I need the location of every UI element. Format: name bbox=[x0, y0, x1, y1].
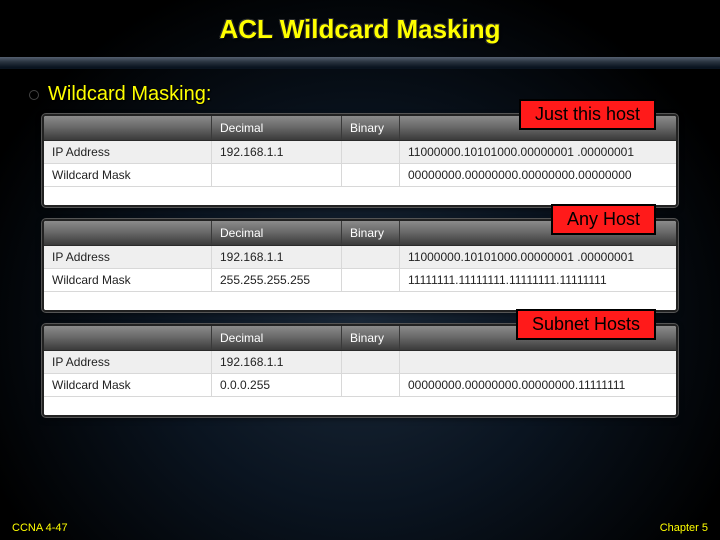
row-label: Wildcard Mask bbox=[44, 269, 212, 291]
callout-just-this-host: Just this host bbox=[519, 99, 656, 130]
row-binary: 11111111.11111111.11111111.11111111 bbox=[400, 269, 676, 291]
table-row: IP Address 192.168.1.1 11000000.10101000… bbox=[44, 141, 676, 164]
bullet-text: Wildcard Masking: bbox=[48, 83, 211, 106]
row-binary: 11000000.10101000.00000001 .00000001 bbox=[400, 246, 676, 268]
slide-title: ACL Wildcard Masking bbox=[0, 0, 720, 57]
table-row: IP Address 192.168.1.1 bbox=[44, 351, 676, 374]
footer: CCNA 4-47 Chapter 5 bbox=[0, 522, 720, 534]
table-row: Wildcard Mask 00000000.00000000.00000000… bbox=[44, 164, 676, 187]
panel-subnet-hosts: Subnet Hosts Decimal Binary IP Address 1… bbox=[42, 324, 678, 417]
row-decimal: 192.168.1.1 bbox=[212, 351, 342, 373]
row-binary-spacer bbox=[342, 269, 400, 291]
header-binary: Binary bbox=[342, 326, 400, 350]
header-decimal: Decimal bbox=[212, 221, 342, 245]
callout-subnet-hosts: Subnet Hosts bbox=[516, 309, 656, 340]
footer-right: Chapter 5 bbox=[660, 522, 708, 534]
row-label: IP Address bbox=[44, 246, 212, 268]
row-decimal bbox=[212, 164, 342, 186]
table-tail bbox=[44, 397, 676, 415]
table-row: Wildcard Mask 0.0.0.255 00000000.0000000… bbox=[44, 374, 676, 397]
header-binary: Binary bbox=[342, 116, 400, 140]
row-binary: 00000000.00000000.00000000.11111111 bbox=[400, 374, 676, 396]
panel-any-host: Any Host Decimal Binary IP Address 192.1… bbox=[42, 219, 678, 312]
callout-any-host: Any Host bbox=[551, 204, 656, 235]
row-decimal: 0.0.0.255 bbox=[212, 374, 342, 396]
row-binary: 11000000.10101000.00000001 .00000001 bbox=[400, 141, 676, 163]
row-binary-spacer bbox=[342, 141, 400, 163]
header-blank bbox=[44, 221, 212, 245]
panel-just-this-host: Just this host Decimal Binary IP Address… bbox=[42, 114, 678, 207]
content-area: Wildcard Masking: Just this host Decimal… bbox=[0, 69, 720, 417]
bullet-icon bbox=[30, 91, 38, 99]
row-binary-spacer bbox=[342, 351, 400, 373]
row-binary-spacer bbox=[342, 374, 400, 396]
row-decimal: 255.255.255.255 bbox=[212, 269, 342, 291]
table-row: IP Address 192.168.1.1 11000000.10101000… bbox=[44, 246, 676, 269]
footer-left: CCNA 4-47 bbox=[12, 522, 68, 534]
divider-band bbox=[0, 57, 720, 69]
row-binary-spacer bbox=[342, 246, 400, 268]
row-binary bbox=[400, 351, 676, 373]
table-tail bbox=[44, 292, 676, 310]
header-decimal: Decimal bbox=[212, 326, 342, 350]
row-label: IP Address bbox=[44, 141, 212, 163]
table-row: Wildcard Mask 255.255.255.255 11111111.1… bbox=[44, 269, 676, 292]
row-decimal: 192.168.1.1 bbox=[212, 246, 342, 268]
row-binary: 00000000.00000000.00000000.00000000 bbox=[400, 164, 676, 186]
row-binary-spacer bbox=[342, 164, 400, 186]
table-tail bbox=[44, 187, 676, 205]
header-decimal: Decimal bbox=[212, 116, 342, 140]
row-label: Wildcard Mask bbox=[44, 164, 212, 186]
header-blank bbox=[44, 326, 212, 350]
row-label: IP Address bbox=[44, 351, 212, 373]
row-label: Wildcard Mask bbox=[44, 374, 212, 396]
header-binary: Binary bbox=[342, 221, 400, 245]
header-blank bbox=[44, 116, 212, 140]
row-decimal: 192.168.1.1 bbox=[212, 141, 342, 163]
